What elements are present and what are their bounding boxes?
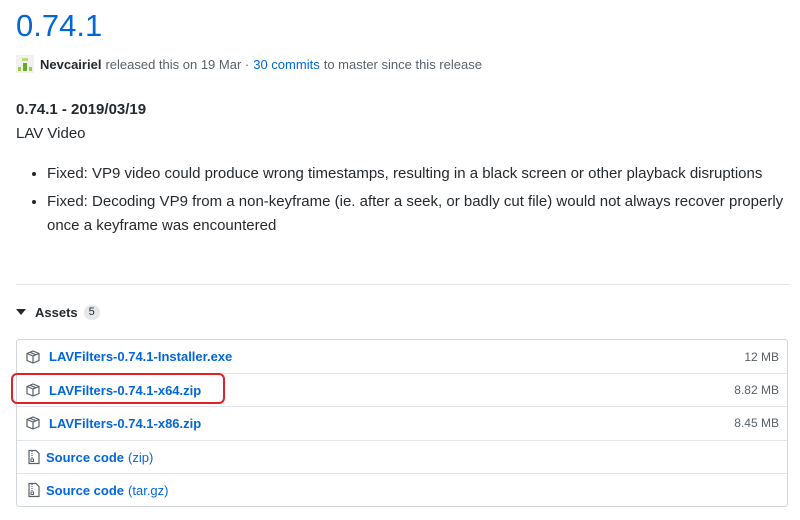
source-code-format[interactable]: (tar.gz) [128,483,168,498]
assets-list: LAVFilters-0.74.1-Installer.exe 12 MB LA… [16,339,788,507]
source-code-link[interactable]: Source code [46,450,124,465]
asset-row[interactable]: LAVFilters-0.74.1-x64.zip 8.82 MB [17,373,787,406]
asset-size: 8.45 MB [734,416,779,430]
asset-row[interactable]: LAVFilters-0.74.1-x86.zip 8.45 MB [17,406,787,439]
author-link[interactable]: Nevcairiel [40,57,101,72]
asset-link[interactable]: LAVFilters-0.74.1-x86.zip [49,416,201,431]
asset-link[interactable]: LAVFilters-0.74.1-Installer.exe [49,349,232,364]
source-code-link[interactable]: Source code [46,483,124,498]
package-icon [25,382,41,398]
released-text: released this on 19 Mar · [105,56,250,72]
commits-link[interactable]: 30 commits [253,57,319,72]
asset-link[interactable]: LAVFilters-0.74.1-x64.zip [49,383,201,398]
assets-label: Assets [35,304,78,320]
release-title[interactable]: 0.74.1 [16,6,102,46]
file-zip-icon [26,449,42,465]
asset-size: 12 MB [744,349,779,364]
author-avatar[interactable] [16,55,34,73]
assets-toggle[interactable]: Assets 5 [16,302,100,322]
section-divider [16,284,790,285]
release-meta: Nevcairiel released this on 19 Mar · 30 … [16,55,482,73]
package-icon [25,349,41,365]
release-notes-list: Fixed: VP9 video could produce wrong tim… [26,162,787,242]
package-icon [25,415,41,431]
release-note-item: Fixed: Decoding VP9 from a non-keyframe … [47,190,787,238]
assets-count-badge: 5 [83,304,100,320]
source-code-format[interactable]: (zip) [128,450,153,465]
asset-row[interactable]: LAVFilters-0.74.1-Installer.exe 12 MB [17,340,787,373]
commits-suffix: to master since this release [323,56,482,72]
asset-size: 8.82 MB [734,383,779,397]
release-notes-subtitle: LAV Video [16,125,86,142]
release-notes-heading: 0.74.1 - 2019/03/19 [16,101,147,118]
source-code-row[interactable]: Source code (zip) [17,440,787,473]
source-code-row[interactable]: Source code (tar.gz) [17,473,787,506]
release-note-item: Fixed: VP9 video could produce wrong tim… [47,162,787,186]
caret-down-icon [16,309,26,315]
file-zip-icon [26,482,42,498]
